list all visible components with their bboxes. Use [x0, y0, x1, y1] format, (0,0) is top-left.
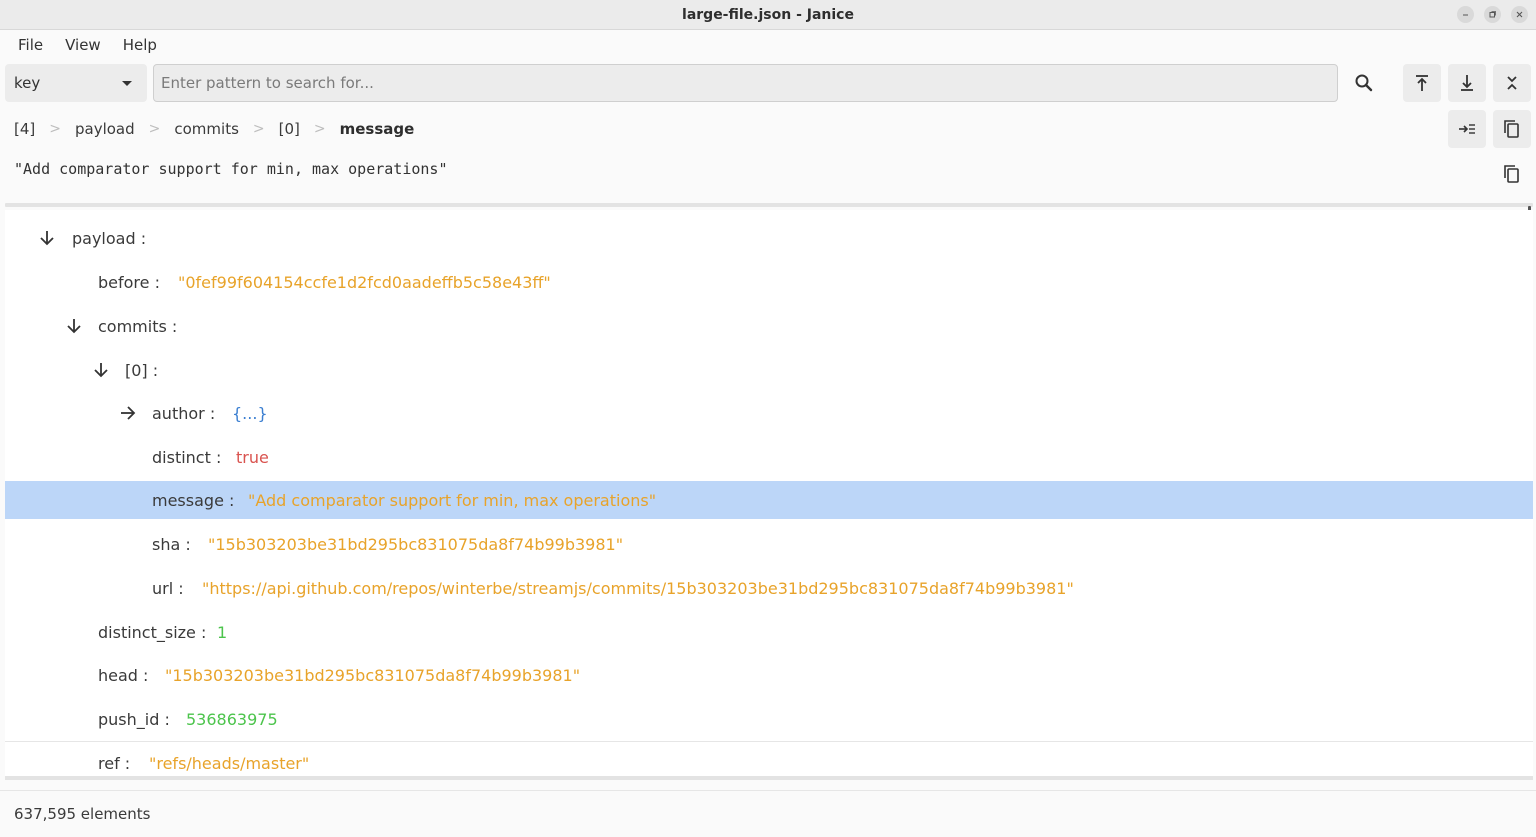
- tree-row[interactable]: ref : "refs/heads/master": [5, 744, 1533, 776]
- copy-value-icon: [1504, 165, 1519, 183]
- breadcrumb-current[interactable]: message: [340, 120, 415, 138]
- tree-key: before :: [98, 272, 160, 292]
- json-tree: payload : before : "0fef99f604154ccfe1d2…: [5, 210, 1533, 776]
- jump-to-top-button[interactable]: [1403, 64, 1441, 102]
- search-button[interactable]: [1345, 64, 1383, 102]
- tree-value: "Add comparator support for min, max ope…: [248, 490, 657, 510]
- tree-key: ref :: [98, 753, 131, 773]
- go-to-path-button[interactable]: [1448, 110, 1486, 148]
- tree-key: message :: [152, 490, 235, 510]
- breadcrumb-separator: >: [313, 121, 326, 137]
- tree-key: head :: [98, 665, 149, 685]
- arrow-right-icon[interactable]: [119, 404, 137, 422]
- tree-key: distinct_size :: [98, 622, 207, 642]
- jump-to-top-icon: [1416, 75, 1428, 91]
- arrow-down-icon[interactable]: [38, 229, 56, 247]
- minimize-button[interactable]: [1457, 6, 1474, 23]
- tree-value: true: [236, 447, 269, 467]
- value-preview: "Add comparator support for min, max ope…: [14, 160, 448, 178]
- tree-value: "https://api.github.com/repos/winterbe/s…: [202, 578, 1074, 598]
- window-title: large-file.json - Janice: [682, 6, 854, 23]
- tree-key: distinct :: [152, 447, 222, 467]
- tree-key: author :: [152, 403, 216, 423]
- chevron-down-icon: [122, 81, 132, 86]
- search-bar: key: [0, 62, 1536, 106]
- tree-row[interactable]: distinct_size : 1: [5, 613, 1533, 651]
- tree-key: push_id :: [98, 709, 170, 729]
- breadcrumb-item[interactable]: payload: [75, 120, 135, 138]
- menu-bar: File View Help: [0, 30, 1536, 60]
- breadcrumb: [4] > payload > commits > [0] > message: [14, 112, 428, 146]
- collapse-all-button[interactable]: [1493, 64, 1531, 102]
- title-bar: large-file.json - Janice: [0, 0, 1536, 30]
- breadcrumb-item[interactable]: [4]: [14, 120, 35, 138]
- tree-row[interactable]: push_id : 536863975: [5, 700, 1533, 738]
- tree-value: 536863975: [186, 709, 278, 729]
- breadcrumb-separator: >: [148, 121, 161, 137]
- tree-row[interactable]: commits :: [5, 307, 1533, 345]
- restore-button[interactable]: [1484, 6, 1501, 23]
- tree-row[interactable]: sha : "15b303203be31bd295bc831075da8f74b…: [5, 525, 1533, 563]
- tree-key: url :: [152, 578, 184, 598]
- close-icon: [1516, 11, 1523, 18]
- tree-row[interactable]: before : "0fef99f604154ccfe1d2fcd0aadeff…: [5, 263, 1533, 301]
- app-window: large-file.json - Janice File View Help …: [0, 0, 1536, 837]
- arrow-down-icon[interactable]: [92, 361, 110, 379]
- tree-value: "15b303203be31bd295bc831075da8f74b99b398…: [165, 665, 581, 685]
- minimize-icon: [1463, 14, 1468, 16]
- tree-value: "0fef99f604154ccfe1d2fcd0aadeffb5c58e43f…: [178, 272, 551, 292]
- jump-to-bottom-icon: [1461, 75, 1473, 91]
- tree-key: commits :: [98, 316, 178, 336]
- tree-value: "15b303203be31bd295bc831075da8f74b99b398…: [208, 534, 624, 554]
- element-count: 637,595 elements: [14, 805, 151, 823]
- search-input[interactable]: [153, 64, 1338, 102]
- menu-help[interactable]: Help: [123, 36, 157, 54]
- pane-divider[interactable]: [5, 203, 1533, 207]
- tree-row-selected[interactable]: message : "Add comparator support for mi…: [5, 481, 1533, 519]
- search-mode-dropdown[interactable]: key: [5, 64, 147, 102]
- menu-view[interactable]: View: [65, 36, 101, 54]
- go-to-path-icon: [1459, 124, 1475, 134]
- tree-key: sha :: [152, 534, 191, 554]
- window-controls: [1457, 6, 1528, 23]
- copy-path-icon: [1504, 120, 1519, 138]
- jump-to-bottom-button[interactable]: [1448, 64, 1486, 102]
- row-divider: [5, 741, 1533, 742]
- collapse-all-icon: [1507, 76, 1517, 90]
- tree-row[interactable]: url : "https://api.github.com/repos/wint…: [5, 569, 1533, 607]
- tree-row[interactable]: payload :: [5, 219, 1533, 257]
- close-button[interactable]: [1511, 6, 1528, 23]
- arrow-down-icon[interactable]: [65, 317, 83, 335]
- tree-value: "refs/heads/master": [149, 753, 310, 773]
- copy-value-button[interactable]: [1493, 155, 1531, 193]
- breadcrumb-item[interactable]: [0]: [279, 120, 300, 138]
- tree-row[interactable]: [0] :: [5, 351, 1533, 389]
- breadcrumb-separator: >: [49, 121, 61, 137]
- tree-key: payload :: [72, 228, 147, 248]
- breadcrumb-item[interactable]: commits: [174, 120, 239, 138]
- search-icon: [1355, 74, 1373, 92]
- tree-value: 1: [217, 622, 228, 642]
- menu-file[interactable]: File: [18, 36, 43, 54]
- status-bar: 637,595 elements: [0, 790, 1536, 837]
- tree-row[interactable]: head : "15b303203be31bd295bc831075da8f74…: [5, 656, 1533, 694]
- copy-path-button[interactable]: [1493, 110, 1531, 148]
- tree-row[interactable]: author : {...}: [5, 394, 1533, 432]
- tree-key: [0] :: [125, 360, 159, 380]
- pane-divider-bottom: [5, 776, 1533, 780]
- breadcrumb-separator: >: [252, 121, 265, 137]
- restore-icon: [1489, 11, 1496, 18]
- tree-value[interactable]: {...}: [232, 404, 268, 423]
- tree-row[interactable]: distinct : true: [5, 438, 1533, 476]
- search-mode-value: key: [14, 74, 41, 92]
